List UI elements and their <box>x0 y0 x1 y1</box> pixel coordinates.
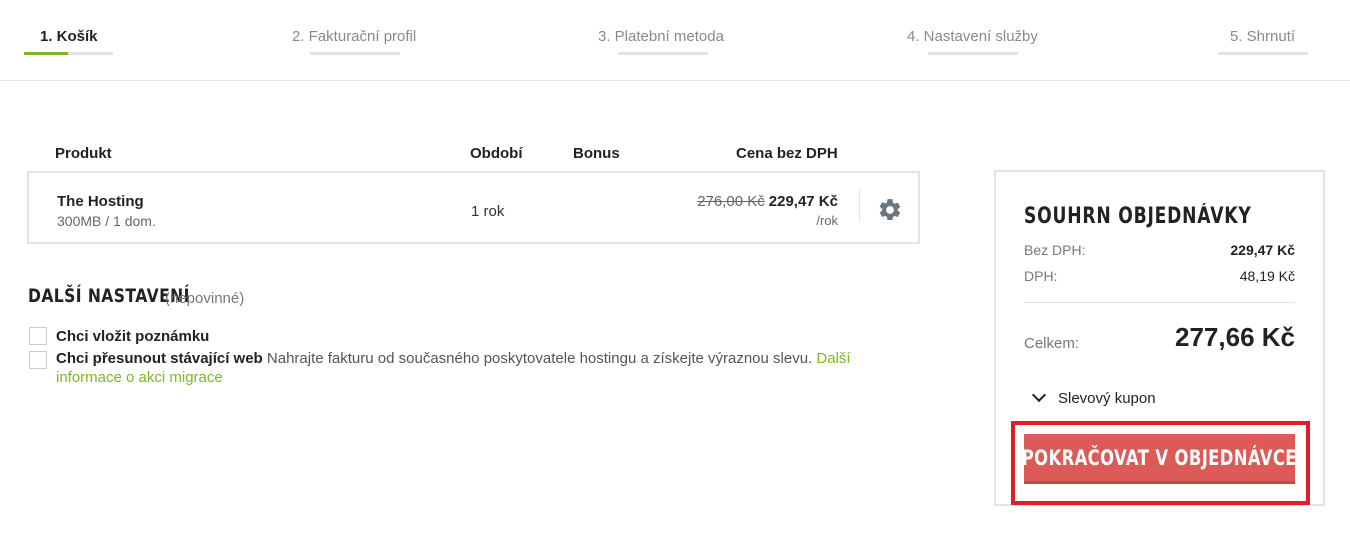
summary-vat: DPH: 48,19 Kč <box>1024 268 1295 284</box>
step-cart-progress <box>24 52 113 55</box>
migrate-checkbox[interactable] <box>29 351 47 369</box>
header-bonus: Bonus <box>573 145 620 162</box>
migrate-description: Nahrajte fakturu od současného poskytova… <box>266 350 813 367</box>
continue-order-button[interactable]: POKRAČOVAT V OBJEDNÁVCE <box>1021 434 1298 484</box>
product-name: The Hosting <box>57 193 144 210</box>
gear-icon[interactable] <box>877 197 903 223</box>
step-service-settings[interactable]: 4. Nastavení služby <box>907 28 1038 45</box>
step-billing-progress <box>310 52 400 55</box>
product-new-price: 229,47 Kč <box>768 193 838 210</box>
step-cart[interactable]: 1. Košík <box>40 28 98 45</box>
total-value: 277,66 Kč <box>1175 322 1295 352</box>
row-divider <box>859 189 860 221</box>
coupon-toggle[interactable]: Slevový kupon <box>1031 387 1156 407</box>
note-checkbox-label[interactable]: Chci vložit poznámku <box>56 328 209 345</box>
checkout-steps: 1. Košík 2. Fakturační profil 3. Platebn… <box>0 0 1350 81</box>
step-payment-progress <box>618 52 708 55</box>
migrate-title[interactable]: Chci přesunout stávající web <box>56 350 263 367</box>
optional-label: (nepovinné) <box>165 290 245 307</box>
step-summary-progress <box>1218 52 1308 55</box>
header-product: Produkt <box>55 145 112 162</box>
product-period: 1 rok <box>471 203 505 220</box>
summary-title: SOUHRN OBJEDNÁVKY <box>1024 204 1252 229</box>
header-period: Období <box>470 145 523 162</box>
step-service-progress <box>928 52 1018 55</box>
product-price: 276,00 Kč 229,47 Kč <box>697 193 838 210</box>
without-vat-label: Bez DPH: <box>1024 242 1086 258</box>
cart-item: The Hosting 300MB / 1 dom. 1 rok 276,00 … <box>27 171 920 244</box>
step-payment-method[interactable]: 3. Platební metoda <box>598 28 724 45</box>
summary-without-vat: Bez DPH: 229,47 Kč <box>1024 242 1295 258</box>
without-vat-value: 229,47 Kč <box>1230 242 1295 258</box>
total-label: Celkem: <box>1024 335 1080 352</box>
migrate-checkbox-label: Chci přesunout stávající web Nahrajte fa… <box>56 349 886 387</box>
vat-value: 48,19 Kč <box>1239 268 1295 284</box>
product-price-unit: /rok <box>816 213 838 228</box>
coupon-label: Slevový kupon <box>1058 390 1156 407</box>
step-summary[interactable]: 5. Shrnutí <box>1230 28 1295 45</box>
note-checkbox[interactable] <box>29 327 47 345</box>
continue-order-label: POKRAČOVAT V OBJEDNÁVCE <box>1021 445 1298 470</box>
product-description: 300MB / 1 dom. <box>57 213 156 229</box>
step-billing-profile[interactable]: 2. Fakturační profil <box>292 28 416 45</box>
product-old-price: 276,00 Kč <box>697 193 765 210</box>
header-price: Cena bez DPH <box>736 145 838 162</box>
chevron-down-icon <box>1031 387 1047 403</box>
summary-divider <box>1024 302 1295 303</box>
vat-label: DPH: <box>1024 268 1058 284</box>
